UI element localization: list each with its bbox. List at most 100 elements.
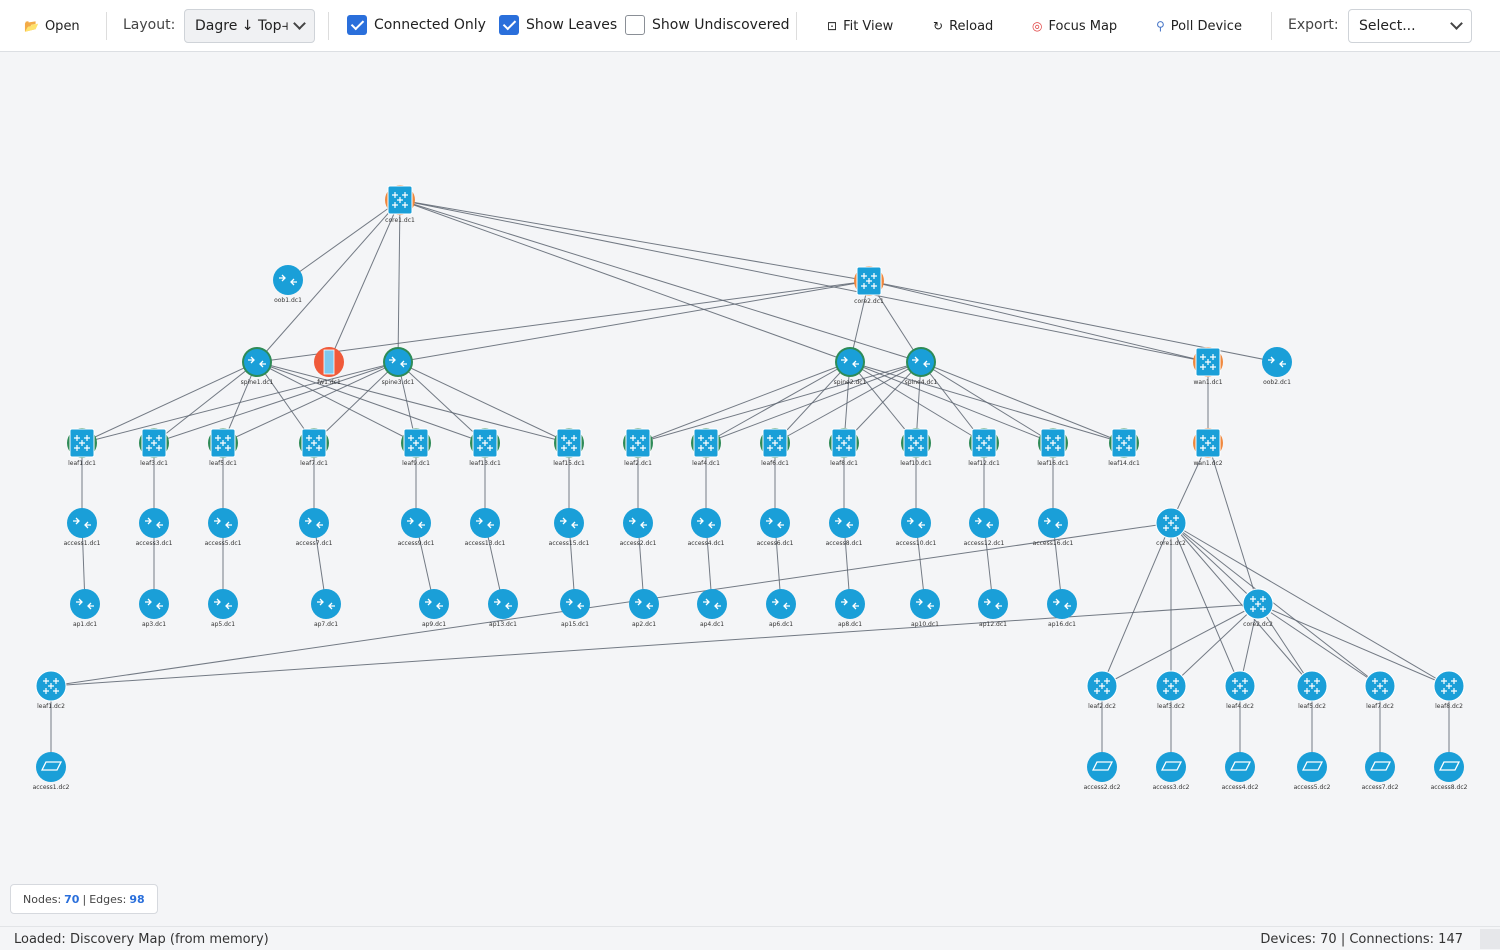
- device-node[interactable]: access13.dc1: [465, 508, 506, 547]
- link-edge[interactable]: [397, 199, 401, 363]
- device-node[interactable]: access12.dc1: [964, 508, 1005, 547]
- device-node[interactable]: access5.dc2: [1294, 752, 1331, 791]
- device-node[interactable]: ap6.dc1: [766, 589, 796, 628]
- device-node[interactable]: ap7.dc1: [311, 589, 341, 628]
- layout-select[interactable]: Dagre ↓ Top⫞: [184, 9, 315, 43]
- device-node[interactable]: ap13.dc1: [488, 589, 518, 628]
- link-edge[interactable]: [153, 361, 399, 444]
- link-edge[interactable]: [50, 603, 1259, 687]
- device-node[interactable]: core1.dc2: [1155, 507, 1187, 547]
- link-edge[interactable]: [1170, 522, 1450, 687]
- link-edge[interactable]: [256, 280, 870, 363]
- device-node[interactable]: access1.dc2: [33, 752, 70, 791]
- show-leaves-checkbox[interactable]: Show Leaves: [499, 15, 617, 35]
- link-edge[interactable]: [705, 361, 922, 444]
- device-node[interactable]: oob2.dc1: [1262, 347, 1292, 386]
- device-node[interactable]: access9.dc1: [398, 508, 435, 547]
- device-node[interactable]: ap10.dc1: [910, 589, 940, 628]
- fit-view-button[interactable]: ⊡ Fit View: [827, 10, 893, 42]
- device-node[interactable]: access5.dc1: [205, 508, 242, 547]
- focus-map-button[interactable]: ◎ Focus Map: [1032, 10, 1117, 42]
- device-node[interactable]: access2.dc2: [1084, 752, 1121, 791]
- device-node[interactable]: leaf2.dc2: [1086, 670, 1118, 710]
- connected-only-checkbox[interactable]: Connected Only: [347, 15, 486, 35]
- link-edge[interactable]: [399, 199, 922, 363]
- device-node[interactable]: leaf4.dc2: [1224, 670, 1256, 710]
- device-node[interactable]: ap12.dc1: [978, 589, 1008, 628]
- link-edge[interactable]: [399, 199, 1209, 363]
- device-node[interactable]: leaf4.dc1: [691, 428, 721, 467]
- show-undiscovered-checkbox[interactable]: Show Undiscovered: [625, 15, 790, 35]
- device-node[interactable]: access10.dc1: [896, 508, 937, 547]
- link-edge[interactable]: [1257, 603, 1450, 687]
- device-node[interactable]: access4.dc2: [1222, 752, 1259, 791]
- link-edge[interactable]: [1170, 522, 1313, 687]
- device-node[interactable]: leaf10.dc1: [900, 428, 932, 467]
- device-node[interactable]: access4.dc1: [688, 508, 725, 547]
- device-node[interactable]: core2.dc2: [1242, 588, 1274, 628]
- device-node[interactable]: leaf3.dc2: [1155, 670, 1187, 710]
- device-node[interactable]: leaf5.dc2: [1296, 670, 1328, 710]
- device-node[interactable]: core1.dc1: [385, 185, 415, 224]
- link-edge[interactable]: [1170, 522, 1381, 687]
- device-node[interactable]: leaf14.dc1: [1108, 428, 1140, 467]
- device-node[interactable]: leaf13.dc1: [469, 428, 501, 467]
- device-node[interactable]: ap3.dc1: [139, 589, 169, 628]
- topology-canvas[interactable]: core1.dc1 oob1.dc1 core2.dc1 spine1.dc1 fw1.…: [0, 53, 1500, 925]
- device-node[interactable]: ap8.dc1: [835, 589, 865, 628]
- device-node[interactable]: leaf12.dc1: [968, 428, 1000, 467]
- link-edge[interactable]: [1101, 522, 1172, 687]
- device-node[interactable]: access8.dc1: [826, 508, 863, 547]
- device-node[interactable]: leaf9.dc1: [401, 428, 431, 467]
- device-node[interactable]: oob1.dc1: [273, 265, 303, 304]
- device-node[interactable]: access7.dc1: [296, 508, 333, 547]
- device-node[interactable]: access2.dc1: [620, 508, 657, 547]
- device-node[interactable]: leaf3.dc1: [139, 428, 169, 467]
- device-node[interactable]: leaf7.dc2: [1364, 670, 1396, 710]
- device-node[interactable]: leaf1.dc2: [35, 670, 67, 710]
- device-node[interactable]: leaf6.dc1: [760, 428, 790, 467]
- link-edge[interactable]: [328, 199, 401, 363]
- link-edge[interactable]: [637, 361, 851, 444]
- device-node[interactable]: spine4.dc1: [905, 347, 938, 386]
- device-node[interactable]: access7.dc2: [1362, 752, 1399, 791]
- link-edge[interactable]: [1170, 522, 1241, 687]
- device-node[interactable]: access3.dc1: [136, 508, 173, 547]
- device-node[interactable]: leaf16.dc1: [1037, 428, 1069, 467]
- link-edge[interactable]: [287, 199, 401, 281]
- device-node[interactable]: ap15.dc1: [560, 589, 590, 628]
- device-node[interactable]: leaf7.dc1: [299, 428, 329, 467]
- link-edge[interactable]: [399, 199, 870, 282]
- device-node[interactable]: wan1.dc1: [1193, 347, 1223, 386]
- device-node[interactable]: leaf1.dc1: [67, 428, 97, 467]
- device-node[interactable]: leaf2.dc1: [623, 428, 653, 467]
- device-node[interactable]: spine2.dc1: [834, 347, 867, 386]
- device-node[interactable]: ap5.dc1: [208, 589, 238, 628]
- link-edge[interactable]: [397, 280, 870, 363]
- link-edge[interactable]: [81, 361, 399, 444]
- device-node[interactable]: wan1.dc2: [1193, 428, 1223, 467]
- device-node[interactable]: spine3.dc1: [382, 347, 415, 386]
- device-node[interactable]: leaf5.dc1: [208, 428, 238, 467]
- device-node[interactable]: fw1.dc1: [314, 347, 344, 386]
- device-node[interactable]: leaf15.dc1: [553, 428, 585, 467]
- device-node[interactable]: access15.dc1: [549, 508, 590, 547]
- open-button[interactable]: 📂 Open: [24, 10, 80, 42]
- device-node[interactable]: access6.dc1: [757, 508, 794, 547]
- device-node[interactable]: access8.dc2: [1431, 752, 1468, 791]
- device-node[interactable]: access3.dc2: [1153, 752, 1190, 791]
- device-node[interactable]: ap9.dc1: [419, 589, 449, 628]
- device-node[interactable]: access16.dc1: [1033, 508, 1074, 547]
- reload-button[interactable]: ↻ Reload: [933, 10, 993, 42]
- export-select[interactable]: Select...: [1348, 9, 1472, 43]
- device-node[interactable]: spine1.dc1: [241, 347, 274, 386]
- device-node[interactable]: ap16.dc1: [1047, 589, 1077, 628]
- link-edge[interactable]: [399, 199, 851, 363]
- link-edge[interactable]: [1207, 442, 1259, 605]
- device-node[interactable]: leaf8.dc1: [829, 428, 859, 467]
- device-node[interactable]: core2.dc1: [854, 266, 884, 305]
- device-node[interactable]: ap1.dc1: [70, 589, 100, 628]
- device-node[interactable]: ap2.dc1: [629, 589, 659, 628]
- device-node[interactable]: ap4.dc1: [697, 589, 727, 628]
- device-node[interactable]: leaf8.dc2: [1433, 670, 1465, 710]
